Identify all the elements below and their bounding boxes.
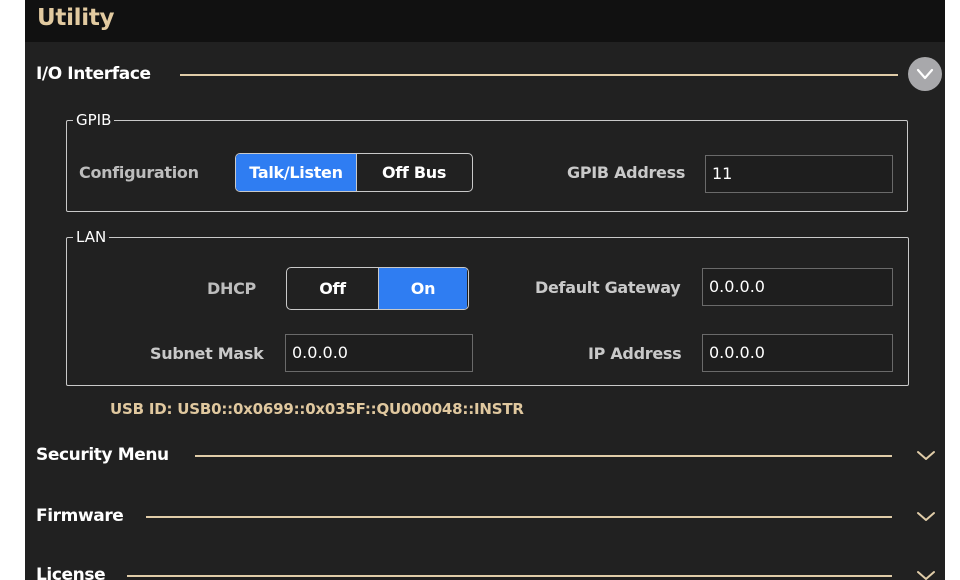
dhcp-on-button[interactable]: On xyxy=(378,268,467,309)
subnet-mask-label: Subnet Mask xyxy=(150,344,264,363)
subnet-mask-field[interactable]: 0.0.0.0 xyxy=(285,334,473,372)
section-divider xyxy=(180,74,898,76)
off-bus-button[interactable]: Off Bus xyxy=(356,154,471,191)
ip-address-label: IP Address xyxy=(588,344,682,363)
dhcp-label: DHCP xyxy=(207,279,256,298)
utility-panel: Utility I/O Interface GPIB Configuration… xyxy=(25,0,945,580)
talk-listen-button[interactable]: Talk/Listen xyxy=(236,154,356,191)
section-security-menu[interactable]: Security Menu xyxy=(25,440,945,470)
chevron-down-icon[interactable] xyxy=(913,446,939,464)
section-title-firmware: Firmware xyxy=(36,506,124,526)
section-firmware[interactable]: Firmware xyxy=(25,501,945,531)
section-divider xyxy=(127,575,892,577)
dhcp-toggle[interactable]: Off On xyxy=(286,267,469,310)
chevron-down-icon xyxy=(916,68,934,80)
configuration-label: Configuration xyxy=(79,163,199,182)
gpib-address-field[interactable]: 11 xyxy=(705,155,893,193)
section-title-license: License xyxy=(36,565,106,580)
default-gateway-field[interactable]: 0.0.0.0 xyxy=(702,268,893,306)
section-divider xyxy=(195,455,892,457)
ip-address-field[interactable]: 0.0.0.0 xyxy=(702,334,893,372)
page-title: Utility xyxy=(37,5,115,31)
gpib-address-label: GPIB Address xyxy=(567,163,686,182)
dhcp-off-button[interactable]: Off xyxy=(287,268,378,309)
gpib-legend: GPIB xyxy=(73,109,115,131)
section-title-security-menu: Security Menu xyxy=(36,445,169,465)
collapse-button[interactable] xyxy=(908,57,942,91)
chevron-down-icon[interactable] xyxy=(913,507,939,525)
panel-header: Utility xyxy=(25,0,945,42)
section-divider xyxy=(146,516,892,518)
section-io-interface[interactable]: I/O Interface xyxy=(25,57,945,91)
gpib-configuration-toggle[interactable]: Talk/Listen Off Bus xyxy=(235,153,473,192)
section-license[interactable]: License xyxy=(25,560,945,580)
lan-legend: LAN xyxy=(73,226,110,248)
chevron-down-icon[interactable] xyxy=(913,566,939,580)
usb-id-text: USB ID: USB0::0x0699::0x035F::QU000048::… xyxy=(110,400,524,418)
section-title-io-interface: I/O Interface xyxy=(36,64,151,84)
default-gateway-label: Default Gateway xyxy=(535,278,681,297)
